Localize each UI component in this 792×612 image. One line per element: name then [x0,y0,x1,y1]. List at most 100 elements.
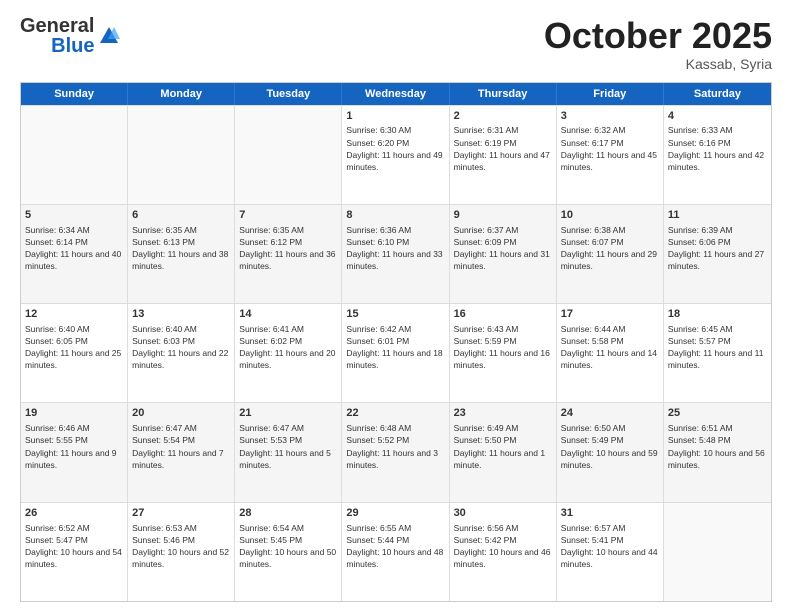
day-info: Sunrise: 6:38 AM Sunset: 6:07 PM Dayligh… [561,225,657,271]
day-info: Sunrise: 6:53 AM Sunset: 5:46 PM Dayligh… [132,523,229,569]
day-number: 25 [668,406,767,421]
day-cell-20: 20 Sunrise: 6:47 AM Sunset: 5:54 PM Dayli… [128,403,235,501]
day-cell-6: 6 Sunrise: 6:35 AM Sunset: 6:13 PM Daylig… [128,205,235,303]
day-info: Sunrise: 6:46 AM Sunset: 5:55 PM Dayligh… [25,423,117,469]
day-info: Sunrise: 6:33 AM Sunset: 6:16 PM Dayligh… [668,125,764,171]
day-number: 14 [239,307,337,322]
day-cell-1: 1Sunrise: 6:30 AM Sunset: 6:20 PM Daylig… [342,106,449,204]
header-day-friday: Friday [557,83,664,105]
day-info: Sunrise: 6:48 AM Sunset: 5:52 PM Dayligh… [346,423,438,469]
day-cell-26: 26Sunrise: 6:52 AM Sunset: 5:47 PM Dayli… [21,503,128,601]
day-number: 1 [346,109,444,124]
day-number: 7 [239,208,337,223]
day-cell-10: 10 Sunrise: 6:38 AM Sunset: 6:07 PM Dayli… [557,205,664,303]
day-cell-29: 29 Sunrise: 6:55 AM Sunset: 5:44 PM Dayli… [342,503,449,601]
header-day-thursday: Thursday [450,83,557,105]
day-number: 5 [25,208,123,223]
day-number: 10 [561,208,659,223]
day-cell-9: 9Sunrise: 6:37 AM Sunset: 6:09 PM Daylig… [450,205,557,303]
logo: General Blue [20,16,120,56]
day-cell-23: 23Sunrise: 6:49 AM Sunset: 5:50 PM Dayli… [450,403,557,501]
day-number: 6 [132,208,230,223]
calendar-header: SundayMondayTuesdayWednesdayThursdayFrid… [21,83,771,105]
day-number: 23 [454,406,552,421]
day-info: Sunrise: 6:35 AM Sunset: 6:12 PM Dayligh… [239,225,335,271]
day-info: Sunrise: 6:40 AM Sunset: 6:03 PM Dayligh… [132,324,228,370]
day-info: Sunrise: 6:39 AM Sunset: 6:06 PM Dayligh… [668,225,764,271]
day-cell-15: 15Sunrise: 6:42 AM Sunset: 6:01 PM Dayli… [342,304,449,402]
day-info: Sunrise: 6:45 AM Sunset: 5:57 PM Dayligh… [668,324,764,370]
day-cell-21: 21Sunrise: 6:47 AM Sunset: 5:53 PM Dayli… [235,403,342,501]
day-number: 3 [561,109,659,124]
day-info: Sunrise: 6:47 AM Sunset: 5:54 PM Dayligh… [132,423,224,469]
day-info: Sunrise: 6:50 AM Sunset: 5:49 PM Dayligh… [561,423,658,469]
header-day-monday: Monday [128,83,235,105]
day-number: 19 [25,406,123,421]
day-number: 18 [668,307,767,322]
header-day-wednesday: Wednesday [342,83,449,105]
day-info: Sunrise: 6:34 AM Sunset: 6:14 PM Dayligh… [25,225,121,271]
day-cell-5: 5 Sunrise: 6:34 AM Sunset: 6:14 PM Daylig… [21,205,128,303]
day-cell-24: 24 Sunrise: 6:50 AM Sunset: 5:49 PM Dayli… [557,403,664,501]
month-title: October 2025 [544,16,772,56]
day-cell-13: 13 Sunrise: 6:40 AM Sunset: 6:03 PM Dayli… [128,304,235,402]
day-number: 16 [454,307,552,322]
day-number: 17 [561,307,659,322]
day-cell-4: 4Sunrise: 6:33 AM Sunset: 6:16 PM Daylig… [664,106,771,204]
day-number: 24 [561,406,659,421]
day-cell-30: 30 Sunrise: 6:56 AM Sunset: 5:42 PM Dayli… [450,503,557,601]
day-info: Sunrise: 6:52 AM Sunset: 5:47 PM Dayligh… [25,523,122,569]
day-info: Sunrise: 6:54 AM Sunset: 5:45 PM Dayligh… [239,523,336,569]
day-number: 21 [239,406,337,421]
day-number: 31 [561,506,659,521]
day-info: Sunrise: 6:43 AM Sunset: 5:59 PM Dayligh… [454,324,550,370]
empty-cell [235,106,342,204]
day-cell-3: 3Sunrise: 6:32 AM Sunset: 6:17 PM Daylig… [557,106,664,204]
calendar-row: 26Sunrise: 6:52 AM Sunset: 5:47 PM Dayli… [21,502,771,601]
day-cell-17: 17 Sunrise: 6:44 AM Sunset: 5:58 PM Dayli… [557,304,664,402]
day-info: Sunrise: 6:51 AM Sunset: 5:48 PM Dayligh… [668,423,765,469]
day-cell-16: 16 Sunrise: 6:43 AM Sunset: 5:59 PM Dayli… [450,304,557,402]
empty-cell [128,106,235,204]
day-number: 29 [346,506,444,521]
day-info: Sunrise: 6:55 AM Sunset: 5:44 PM Dayligh… [346,523,443,569]
day-info: Sunrise: 6:31 AM Sunset: 6:19 PM Dayligh… [454,125,550,171]
day-info: Sunrise: 6:56 AM Sunset: 5:42 PM Dayligh… [454,523,551,569]
day-number: 8 [346,208,444,223]
day-info: Sunrise: 6:44 AM Sunset: 5:58 PM Dayligh… [561,324,657,370]
header-day-tuesday: Tuesday [235,83,342,105]
day-number: 9 [454,208,552,223]
day-number: 13 [132,307,230,322]
day-info: Sunrise: 6:30 AM Sunset: 6:20 PM Dayligh… [346,125,442,171]
calendar: SundayMondayTuesdayWednesdayThursdayFrid… [20,82,772,602]
empty-cell [664,503,771,601]
day-info: Sunrise: 6:40 AM Sunset: 6:05 PM Dayligh… [25,324,121,370]
day-cell-31: 31 Sunrise: 6:57 AM Sunset: 5:41 PM Dayli… [557,503,664,601]
day-number: 11 [668,208,767,223]
day-cell-8: 8Sunrise: 6:36 AM Sunset: 6:10 PM Daylig… [342,205,449,303]
calendar-row: 19 Sunrise: 6:46 AM Sunset: 5:55 PM Dayli… [21,402,771,501]
day-cell-14: 14Sunrise: 6:41 AM Sunset: 6:02 PM Dayli… [235,304,342,402]
day-cell-12: 12 Sunrise: 6:40 AM Sunset: 6:05 PM Dayli… [21,304,128,402]
calendar-row: 5 Sunrise: 6:34 AM Sunset: 6:14 PM Daylig… [21,204,771,303]
header-day-sunday: Sunday [21,83,128,105]
day-info: Sunrise: 6:35 AM Sunset: 6:13 PM Dayligh… [132,225,228,271]
logo-general: General [20,16,94,36]
header-day-saturday: Saturday [664,83,771,105]
day-cell-27: 27 Sunrise: 6:53 AM Sunset: 5:46 PM Dayli… [128,503,235,601]
day-info: Sunrise: 6:32 AM Sunset: 6:17 PM Dayligh… [561,125,657,171]
header: General Blue October 2025 Kassab, Syria [20,16,772,72]
day-number: 30 [454,506,552,521]
day-number: 12 [25,307,123,322]
location-subtitle: Kassab, Syria [544,56,772,72]
empty-cell [21,106,128,204]
day-number: 27 [132,506,230,521]
day-number: 4 [668,109,767,124]
title-area: October 2025 Kassab, Syria [544,16,772,72]
day-cell-11: 11 Sunrise: 6:39 AM Sunset: 6:06 PM Dayli… [664,205,771,303]
day-number: 20 [132,406,230,421]
day-info: Sunrise: 6:57 AM Sunset: 5:41 PM Dayligh… [561,523,658,569]
logo-icon [98,25,120,47]
day-cell-28: 28Sunrise: 6:54 AM Sunset: 5:45 PM Dayli… [235,503,342,601]
page: General Blue October 2025 Kassab, Syria … [0,0,792,612]
